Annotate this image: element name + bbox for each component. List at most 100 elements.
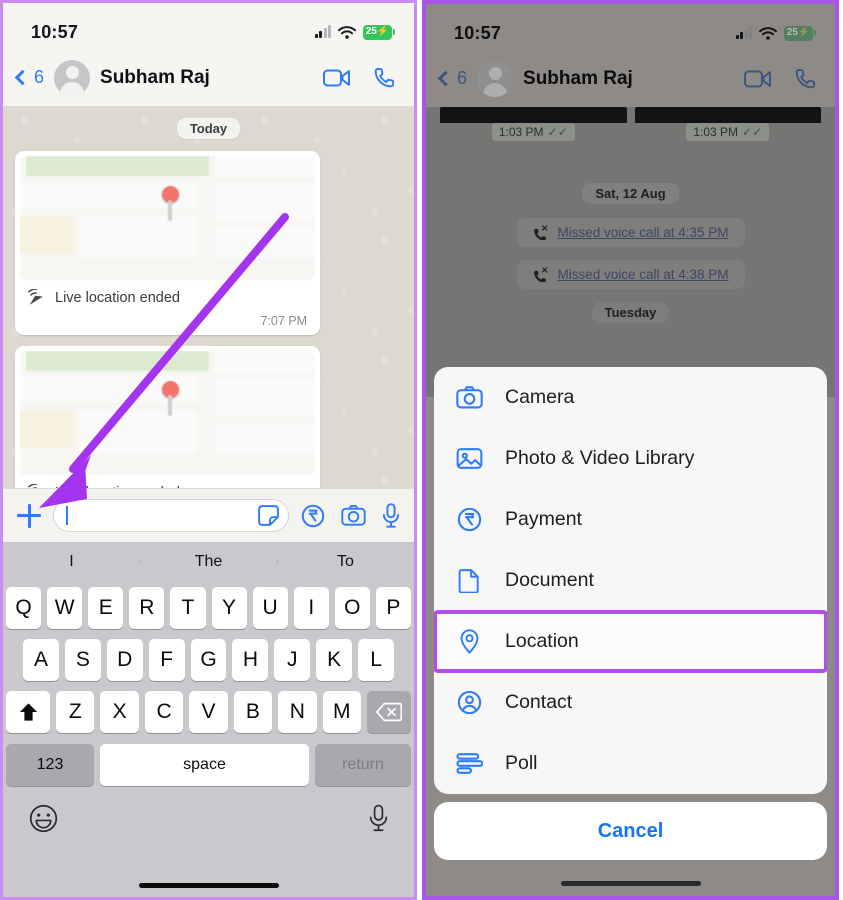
message-label: Live location ended: [55, 289, 180, 306]
back-button[interactable]: 6: [437, 68, 468, 89]
sheet-item-label: Contact: [505, 691, 573, 713]
backspace-icon: [375, 702, 402, 722]
message-status-row: Live location ended: [20, 475, 315, 488]
video-call-icon[interactable]: [323, 68, 351, 88]
backspace-key[interactable]: [366, 691, 411, 733]
day-separator: Sat, 12 Aug: [582, 183, 679, 204]
key-k[interactable]: K: [316, 639, 353, 681]
message-input[interactable]: [53, 499, 289, 532]
return-key[interactable]: return: [315, 744, 411, 786]
voice-call-icon[interactable]: [373, 66, 396, 89]
message-status-row: Live location ended: [20, 280, 315, 313]
key-s[interactable]: S: [64, 639, 101, 681]
key-x[interactable]: X: [100, 691, 139, 733]
cancel-button[interactable]: Cancel: [434, 802, 827, 860]
key-u[interactable]: U: [252, 587, 288, 629]
keyboard-row-2: A S D F G H J K L: [3, 634, 414, 686]
key-g[interactable]: G: [190, 639, 227, 681]
key-e[interactable]: E: [88, 587, 124, 629]
home-indicator: [138, 883, 279, 888]
key-n[interactable]: N: [278, 691, 317, 733]
microphone-icon[interactable]: [382, 503, 400, 528]
back-button[interactable]: 6: [14, 67, 44, 88]
right-nav-bar: 6 Subham Raj: [426, 50, 835, 107]
prediction-item[interactable]: I: [3, 553, 140, 571]
sheet-item-payment[interactable]: Payment: [434, 489, 827, 550]
sheet-item-document[interactable]: Document: [434, 550, 827, 611]
action-sheet-list: Camera Photo & Video Library Payment Doc…: [434, 367, 827, 794]
text-caret: [66, 506, 68, 525]
map-preview: [20, 156, 315, 280]
left-nav-bar: 6 Subham Raj: [3, 49, 414, 106]
left-chat-body[interactable]: Today Live location ended 7:07 PM: [3, 106, 414, 488]
sheet-item-contact[interactable]: Contact: [434, 672, 827, 733]
key-h[interactable]: H: [232, 639, 269, 681]
avatar[interactable]: [477, 60, 514, 97]
shift-key[interactable]: [6, 691, 51, 733]
media-time: 1:03 PM ✓✓: [491, 123, 575, 141]
battery-icon: 25 ⚡: [363, 24, 395, 40]
missed-call-text[interactable]: Missed voice call at 4:35 PM: [557, 225, 728, 240]
key-y[interactable]: Y: [211, 587, 247, 629]
camera-icon[interactable]: [341, 504, 366, 527]
message-time: 7:07 PM: [260, 314, 307, 328]
voice-call-icon[interactable]: [794, 67, 817, 90]
sheet-item-location[interactable]: Location: [434, 610, 827, 673]
space-key[interactable]: space: [100, 744, 309, 786]
key-i[interactable]: I: [293, 587, 329, 629]
key-o[interactable]: O: [334, 587, 370, 629]
media-timestamps: 1:03 PM ✓✓ 1:03 PM ✓✓: [440, 123, 821, 141]
sheet-item-label: Camera: [505, 386, 575, 408]
missed-call-row[interactable]: Missed voice call at 4:35 PM: [516, 218, 745, 247]
unread-count: 6: [457, 68, 468, 88]
sheet-item-camera[interactable]: Camera: [434, 367, 827, 428]
media-time: 1:03 PM ✓✓: [686, 123, 770, 141]
video-call-icon[interactable]: [744, 69, 772, 89]
missed-call-text[interactable]: Missed voice call at 4:38 PM: [557, 267, 728, 282]
key-r[interactable]: R: [129, 587, 165, 629]
location-message-bubble[interactable]: Live location ended 7:07 PM: [15, 151, 320, 335]
prediction-item[interactable]: To: [277, 553, 414, 571]
key-d[interactable]: D: [106, 639, 143, 681]
numbers-key[interactable]: 123: [6, 744, 94, 786]
key-q[interactable]: Q: [6, 587, 42, 629]
sheet-item-label: Poll: [505, 752, 538, 774]
live-location-icon: [28, 484, 38, 488]
key-f[interactable]: F: [148, 639, 185, 681]
sheet-item-photo-video-library[interactable]: Photo & Video Library: [434, 428, 827, 489]
sticker-icon[interactable]: [257, 504, 280, 527]
key-p[interactable]: P: [375, 587, 411, 629]
key-b[interactable]: B: [233, 691, 273, 733]
document-icon: [458, 569, 479, 593]
attachment-plus-button[interactable]: [17, 503, 41, 528]
missed-call-icon: [534, 267, 548, 282]
key-c[interactable]: C: [144, 691, 184, 733]
key-j[interactable]: J: [274, 639, 311, 681]
emoji-smiley-icon[interactable]: [29, 804, 58, 833]
left-phone-screen: 10:57 25 ⚡ 6 Subham Raj Today Live locat…: [0, 0, 417, 900]
battery-icon: 25 ⚡: [784, 25, 816, 41]
key-v[interactable]: V: [189, 691, 228, 733]
key-z[interactable]: Z: [56, 691, 95, 733]
key-m[interactable]: M: [322, 691, 361, 733]
shift-up-icon: [19, 702, 37, 721]
key-a[interactable]: A: [23, 639, 59, 681]
rupee-payment-icon: [457, 507, 482, 532]
microphone-icon[interactable]: [369, 804, 388, 832]
key-l[interactable]: L: [358, 639, 395, 681]
key-w[interactable]: W: [47, 587, 83, 629]
prediction-item[interactable]: The: [140, 553, 277, 571]
avatar[interactable]: [54, 59, 91, 96]
missed-call-row[interactable]: Missed voice call at 4:38 PM: [516, 260, 745, 289]
double-check-icon: ✓✓: [547, 125, 568, 139]
rupee-payment-icon[interactable]: [301, 504, 325, 528]
media-messages: [440, 107, 821, 123]
right-status-bar: 10:57 25 ⚡: [426, 4, 835, 50]
wifi-icon: [759, 26, 777, 40]
right-chat-body: 1:03 PM ✓✓ 1:03 PM ✓✓ Sat, 12 Aug Missed…: [426, 107, 835, 397]
sheet-item-poll[interactable]: Poll: [434, 733, 827, 794]
map-preview: [20, 351, 315, 475]
location-message-bubble[interactable]: Live location ended 7:07 PM: [15, 346, 320, 488]
key-t[interactable]: T: [170, 587, 206, 629]
nav-actions: [744, 67, 817, 90]
